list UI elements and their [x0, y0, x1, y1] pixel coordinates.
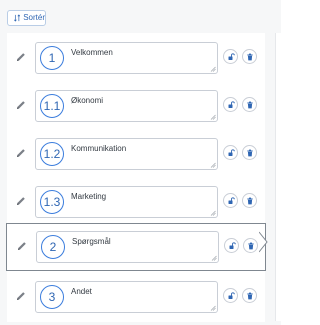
list-item[interactable]: 1.3 Marketing: [7, 179, 265, 227]
lock-icon: [228, 52, 235, 60]
list-item[interactable]: 1 Velkommen: [7, 35, 265, 83]
trash-icon: [246, 149, 253, 156]
lock-icon: [228, 196, 235, 204]
trash-icon: [246, 197, 253, 204]
lock-button[interactable]: [223, 145, 238, 160]
delete-button[interactable]: [243, 238, 258, 253]
item-title: Kommunikation: [71, 144, 127, 153]
item-number: 1.2: [40, 142, 64, 166]
sort-icon: [14, 14, 21, 22]
pencil-icon[interactable]: [15, 51, 27, 63]
item-title-field[interactable]: 3 Andet: [35, 281, 218, 313]
item-title: Økonomi: [71, 96, 104, 105]
lock-icon: [228, 291, 235, 299]
delete-button[interactable]: [242, 288, 257, 303]
list-item-selected[interactable]: 2 Spørgsmål: [6, 223, 266, 271]
agenda-list: 1 Velkommen 1.1 Økonomi 1.2 Kommunikatio…: [6, 33, 266, 322]
resize-grip-icon[interactable]: [211, 255, 217, 261]
item-title-field[interactable]: 1 Velkommen: [35, 42, 218, 74]
delete-button[interactable]: [242, 193, 257, 208]
sort-button[interactable]: Sortér: [7, 10, 46, 26]
trash-icon: [246, 53, 253, 60]
resize-grip-icon[interactable]: [210, 162, 216, 168]
item-title: Velkommen: [71, 48, 113, 57]
lock-button[interactable]: [223, 288, 238, 303]
item-number: 3: [40, 285, 64, 309]
trash-icon: [246, 292, 253, 299]
lock-button[interactable]: [223, 49, 238, 64]
resize-grip-icon[interactable]: [210, 305, 216, 311]
lock-button[interactable]: [223, 97, 238, 112]
resize-grip-icon[interactable]: [210, 210, 216, 216]
item-title: Andet: [71, 287, 92, 296]
pencil-icon[interactable]: [15, 195, 27, 207]
item-number: 1.1: [40, 94, 64, 118]
item-title-field[interactable]: 1.2 Kommunikation: [35, 138, 218, 170]
item-title: Marketing: [71, 192, 107, 201]
list-item[interactable]: 1.2 Kommunikation: [7, 131, 265, 179]
item-title-field[interactable]: 1.3 Marketing: [35, 186, 218, 218]
list-item[interactable]: 3 Andet: [7, 274, 265, 322]
sort-button-label: Sortér: [23, 13, 45, 22]
item-title-field[interactable]: 1.1 Økonomi: [35, 90, 218, 122]
trash-icon: [247, 242, 254, 249]
lock-icon: [228, 100, 235, 108]
trash-icon: [246, 101, 253, 108]
lock-button[interactable]: [224, 238, 239, 253]
lock-icon: [228, 148, 235, 156]
lock-icon: [229, 241, 236, 249]
item-title-field[interactable]: 2 Spørgsmål: [36, 231, 219, 263]
delete-button[interactable]: [242, 49, 257, 64]
detail-panel-edge: [275, 33, 282, 321]
item-number: 1: [40, 46, 64, 70]
item-title: Spørgsmål: [72, 237, 111, 246]
item-number: 1.3: [40, 190, 64, 214]
pencil-icon[interactable]: [15, 99, 27, 111]
delete-button[interactable]: [242, 97, 257, 112]
pencil-icon[interactable]: [15, 147, 27, 159]
list-item[interactable]: 1.1 Økonomi: [7, 83, 265, 131]
agenda-page: Sortér 1 Velkommen 1.1 Økonomi 1.2 Kommu…: [0, 0, 282, 325]
resize-grip-icon[interactable]: [210, 66, 216, 72]
lock-button[interactable]: [223, 193, 238, 208]
pencil-icon[interactable]: [15, 290, 27, 302]
item-number: 2: [41, 235, 65, 259]
delete-button[interactable]: [242, 145, 257, 160]
resize-grip-icon[interactable]: [210, 114, 216, 120]
pencil-icon[interactable]: [16, 240, 28, 252]
